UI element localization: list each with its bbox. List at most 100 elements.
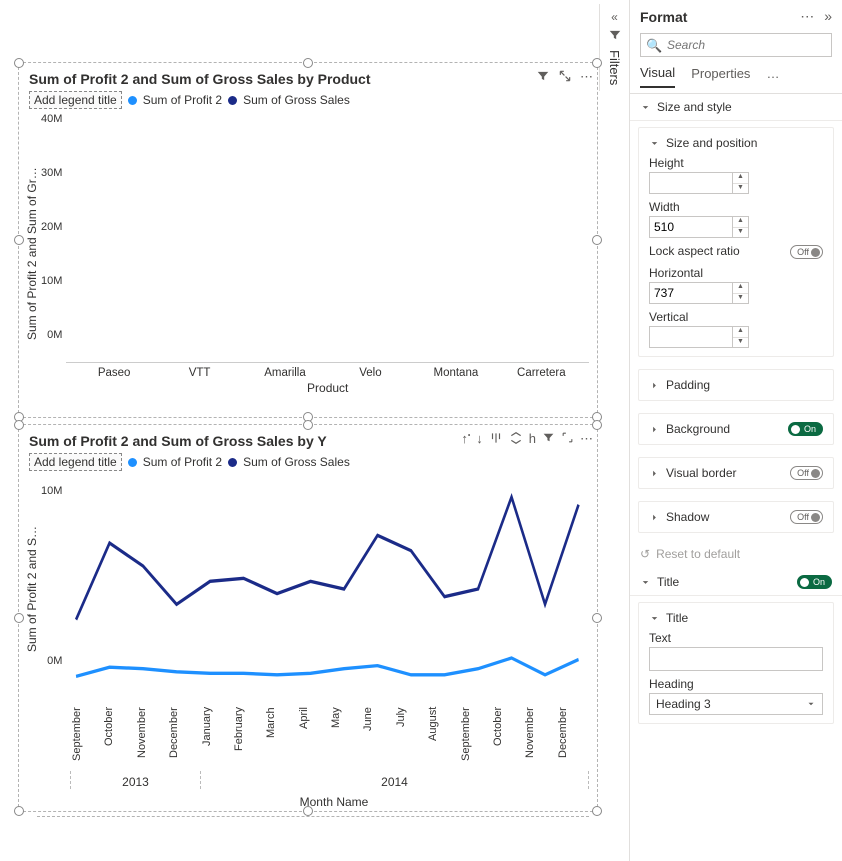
focus-mode-icon[interactable] bbox=[558, 69, 572, 86]
shadow-toggle[interactable] bbox=[790, 510, 823, 524]
label: Size and style bbox=[657, 100, 732, 114]
reset-to-default[interactable]: ↺ Reset to default bbox=[630, 539, 842, 569]
height-spinner[interactable]: ▲▼ bbox=[733, 172, 749, 194]
x-month-label: May bbox=[330, 707, 362, 771]
resize-handle[interactable] bbox=[592, 58, 602, 68]
expand-title[interactable]: Title bbox=[649, 611, 823, 625]
format-search[interactable]: 🔍 bbox=[640, 33, 832, 57]
height-input[interactable] bbox=[649, 172, 733, 194]
hierarchy-icon[interactable]: h bbox=[529, 431, 536, 448]
y-axis-label: Sum of Profit 2 and Sum of Gr… bbox=[25, 113, 39, 395]
resize-handle[interactable] bbox=[14, 613, 24, 623]
resize-handle[interactable] bbox=[14, 235, 24, 245]
tab-properties[interactable]: Properties bbox=[691, 66, 750, 87]
x-category-label: Velo bbox=[337, 367, 404, 379]
ytick: 10M bbox=[41, 275, 62, 287]
vertical-spinner[interactable]: ▲▼ bbox=[733, 326, 749, 348]
width-spinner[interactable]: ▲▼ bbox=[733, 216, 749, 238]
line-series[interactable] bbox=[76, 497, 578, 620]
format-tabs: Visual Properties … bbox=[630, 65, 842, 94]
filter-icon[interactable] bbox=[542, 431, 555, 448]
panel-expand-icon[interactable]: » bbox=[824, 8, 832, 25]
legend-label-b: Sum of Gross Sales bbox=[243, 93, 350, 107]
x-month-label: August bbox=[427, 707, 459, 771]
drill-down-icon[interactable]: ↓ bbox=[476, 431, 483, 448]
year-groups: 20132014 bbox=[19, 771, 597, 789]
x-category-label: Amarilla bbox=[251, 367, 318, 379]
resize-handle[interactable] bbox=[303, 58, 313, 68]
x-month-label: April bbox=[298, 707, 330, 771]
x-month-label: January bbox=[201, 707, 233, 771]
background-toggle[interactable] bbox=[788, 422, 823, 436]
x-category-label: VTT bbox=[166, 367, 233, 379]
heading-select[interactable]: Heading 3 bbox=[649, 693, 823, 715]
legend-title-placeholder[interactable]: Add legend title bbox=[29, 453, 122, 471]
ytick: 30M bbox=[41, 167, 62, 179]
expand-down-icon[interactable] bbox=[489, 431, 503, 448]
report-canvas[interactable]: « Filters Sum of Profit 2 and Sum of Gro… bbox=[0, 0, 629, 861]
tab-more[interactable]: … bbox=[766, 66, 779, 87]
x-month-label: December bbox=[557, 707, 589, 771]
resize-handle[interactable] bbox=[14, 58, 24, 68]
resize-handle[interactable] bbox=[14, 420, 24, 430]
year-label: 2014 bbox=[200, 771, 589, 789]
resize-handle[interactable] bbox=[303, 420, 313, 430]
expand-left-icon[interactable]: « bbox=[611, 10, 618, 24]
width-label: Width bbox=[649, 200, 823, 214]
legend-label-a: Sum of Profit 2 bbox=[143, 93, 222, 107]
bars-area bbox=[66, 113, 589, 363]
legend-label-a: Sum of Profit 2 bbox=[143, 455, 222, 469]
resize-handle[interactable] bbox=[14, 806, 24, 816]
resize-handle[interactable] bbox=[303, 806, 313, 816]
heading-value: Heading 3 bbox=[656, 697, 711, 711]
horizontal-spinner[interactable]: ▲▼ bbox=[733, 282, 749, 304]
line-series[interactable] bbox=[76, 658, 578, 676]
section-title[interactable]: Title bbox=[630, 569, 842, 596]
resize-handle[interactable] bbox=[592, 235, 602, 245]
legend-swatch-a bbox=[128, 96, 137, 105]
focus-mode-icon[interactable] bbox=[561, 431, 574, 448]
title-toggle[interactable] bbox=[797, 575, 832, 589]
resize-handle[interactable] bbox=[592, 613, 602, 623]
visual-border-toggle[interactable] bbox=[790, 466, 823, 480]
card-visual-border[interactable]: Visual border bbox=[638, 457, 834, 489]
x-month-label: October bbox=[492, 707, 524, 771]
width-input[interactable] bbox=[649, 216, 733, 238]
expand-all-icon[interactable] bbox=[509, 431, 523, 448]
filters-pane-collapsed[interactable]: « Filters bbox=[599, 4, 629, 91]
lock-aspect-toggle[interactable] bbox=[790, 245, 823, 259]
section-size-style[interactable]: Size and style bbox=[630, 94, 842, 121]
x-month-label: March bbox=[265, 707, 297, 771]
expand-size-position[interactable]: Size and position bbox=[649, 136, 823, 150]
more-options-icon[interactable]: ⋯ bbox=[580, 431, 593, 448]
tab-visual[interactable]: Visual bbox=[640, 65, 675, 88]
text-label: Text bbox=[649, 631, 823, 645]
ytick: 0M bbox=[41, 655, 62, 667]
card-background[interactable]: Background bbox=[638, 413, 834, 445]
title-text-input[interactable] bbox=[649, 647, 823, 671]
card-padding[interactable]: Padding bbox=[638, 369, 834, 401]
panel-more-icon[interactable]: ⋯ bbox=[800, 8, 814, 25]
label: Background bbox=[666, 422, 730, 436]
x-category-label: Montana bbox=[422, 367, 489, 379]
search-input[interactable] bbox=[640, 33, 832, 57]
y-axis-ticks: 10M 0M bbox=[39, 475, 66, 703]
reset-label: Reset to default bbox=[656, 547, 740, 561]
legend-title-placeholder[interactable]: Add legend title bbox=[29, 91, 122, 109]
resize-handle[interactable] bbox=[592, 806, 602, 816]
horizontal-label: Horizontal bbox=[649, 266, 823, 280]
drill-up-icon[interactable]: ↑• bbox=[461, 431, 470, 448]
bar-chart-visual[interactable]: Sum of Profit 2 and Sum of Gross Sales b… bbox=[18, 62, 598, 418]
vertical-input[interactable] bbox=[649, 326, 733, 348]
y-axis-ticks: 40M 40M 30M 20M 10M 0M bbox=[39, 113, 66, 341]
more-options-icon[interactable]: ⋯ bbox=[580, 69, 593, 86]
horizontal-input[interactable] bbox=[649, 282, 733, 304]
line-chart-visual[interactable]: Sum of Profit 2 and Sum of Gross Sales b… bbox=[18, 424, 598, 812]
x-axis-label: Product bbox=[66, 379, 589, 395]
x-category-label: Paseo bbox=[80, 367, 147, 379]
resize-handle[interactable] bbox=[592, 420, 602, 430]
x-month-label: September bbox=[71, 707, 103, 771]
label: Title bbox=[666, 611, 688, 625]
filter-icon[interactable] bbox=[536, 69, 550, 86]
card-shadow[interactable]: Shadow bbox=[638, 501, 834, 533]
